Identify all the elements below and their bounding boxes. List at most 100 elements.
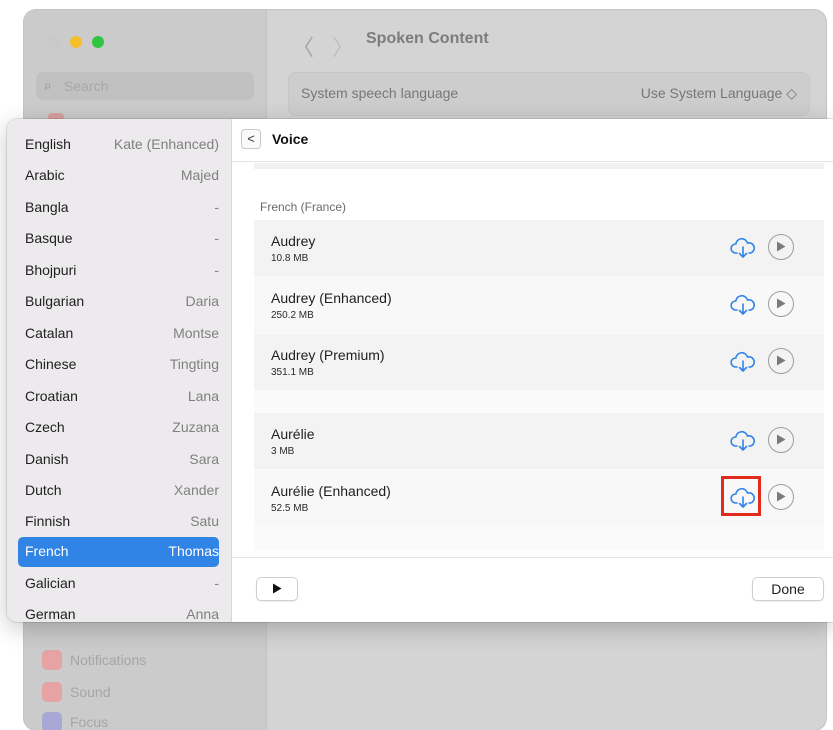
language-item-croatian[interactable]: Croatian Lana bbox=[18, 382, 219, 412]
sidebar-item-label: Sound bbox=[70, 684, 111, 700]
language-item-english[interactable]: English Kate (Enhanced) bbox=[18, 130, 219, 160]
cloud-download-icon[interactable] bbox=[729, 291, 757, 319]
sidebar-item-label: Notifications bbox=[70, 652, 147, 668]
done-button[interactable]: Done bbox=[752, 577, 824, 601]
language-name: Bangla bbox=[25, 199, 69, 215]
language-name: Catalan bbox=[25, 325, 74, 341]
language-item-chinese[interactable]: Chinese Tingting bbox=[18, 350, 219, 380]
play-button[interactable] bbox=[256, 577, 298, 601]
cloud-download-icon[interactable] bbox=[729, 348, 757, 376]
search-placeholder: Search bbox=[64, 78, 109, 94]
language-voice: - bbox=[214, 575, 219, 591]
language-item-arabic[interactable]: Arabic Majed bbox=[18, 161, 219, 191]
language-voice: Sara bbox=[189, 451, 219, 467]
back-button[interactable]: < bbox=[241, 129, 261, 149]
list-top-divider bbox=[254, 163, 824, 169]
language-name: Danish bbox=[25, 451, 69, 467]
language-voice: Anna bbox=[186, 606, 219, 622]
language-name: Finnish bbox=[25, 513, 71, 529]
setting-label: System speech language bbox=[301, 85, 459, 101]
section-label: French (France) bbox=[260, 200, 347, 214]
language-voice: Majed bbox=[180, 167, 219, 183]
zoom-window-button[interactable] bbox=[92, 36, 104, 48]
sheet-footer: Done bbox=[232, 557, 833, 622]
close-window-button[interactable] bbox=[48, 36, 60, 48]
voice-row-audrey-enhanced[interactable]: Audrey (Enhanced) 250.2 MB bbox=[254, 277, 824, 333]
language-item-danish[interactable]: Danish Sara bbox=[18, 445, 219, 475]
system-speech-language-row[interactable]: System speech language Use System Langua… bbox=[288, 72, 810, 116]
voice-row-audrey[interactable]: Audrey 10.8 MB bbox=[254, 220, 824, 276]
language-name: Galician bbox=[25, 575, 76, 591]
highlight-box bbox=[721, 476, 761, 516]
search-icon: ⌕ bbox=[44, 77, 52, 93]
voice-size: 3 MB bbox=[271, 446, 295, 457]
play-sample-button[interactable] bbox=[768, 427, 794, 453]
search-field[interactable]: ⌕ Search bbox=[36, 72, 254, 100]
voice-size: 250.2 MB bbox=[271, 310, 314, 321]
voice-size: 10.8 MB bbox=[271, 253, 309, 264]
language-item-german[interactable]: German Anna bbox=[18, 600, 219, 622]
forward-nav-button[interactable]: 〉 bbox=[332, 30, 354, 62]
play-sample-button[interactable] bbox=[768, 291, 794, 317]
language-item-bhojpuri[interactable]: Bhojpuri - bbox=[18, 256, 219, 286]
voice-name: Aurélie bbox=[271, 426, 315, 442]
voice-list: Audrey 10.8 MB Audrey (Enhanced) 250.2 M… bbox=[254, 220, 824, 550]
sidebar-item-label: Focus bbox=[70, 714, 109, 730]
language-item-czech[interactable]: Czech Zuzana bbox=[18, 413, 219, 443]
language-item-catalan[interactable]: Catalan Montse bbox=[18, 319, 219, 349]
bell-icon bbox=[42, 650, 62, 670]
voice-name: Audrey (Premium) bbox=[271, 347, 385, 363]
language-name: Arabic bbox=[25, 167, 65, 183]
voice-size: 351.1 MB bbox=[271, 367, 314, 378]
play-icon bbox=[273, 583, 282, 594]
language-voice: Thomas bbox=[168, 543, 219, 559]
language-name: French bbox=[25, 543, 69, 559]
voice-name: Audrey bbox=[271, 233, 316, 249]
language-voice: Tingting bbox=[169, 356, 219, 372]
setting-value-popup[interactable]: Use System Language ◇ bbox=[641, 85, 797, 102]
voice-selection-sheet: English Kate (Enhanced) Arabic Majed Ban… bbox=[7, 119, 833, 622]
language-item-bangla[interactable]: Bangla - bbox=[18, 193, 219, 223]
voice-name: Audrey (Enhanced) bbox=[271, 290, 392, 306]
language-item-bulgarian[interactable]: Bulgarian Daria bbox=[18, 287, 219, 317]
voice-row-aurelie[interactable]: Aurélie 3 MB bbox=[254, 413, 824, 469]
language-name: Basque bbox=[25, 230, 73, 246]
voice-title: Voice bbox=[272, 131, 309, 147]
language-item-basque[interactable]: Basque - bbox=[18, 224, 219, 254]
voice-size: 52.5 MB bbox=[271, 503, 309, 514]
voice-pane: < Voice French (France) Audrey 10.8 MB A… bbox=[232, 119, 833, 622]
cloud-download-icon[interactable] bbox=[729, 427, 757, 455]
moon-icon bbox=[42, 712, 62, 730]
language-item-finnish[interactable]: Finnish Satu bbox=[18, 507, 219, 537]
language-item-french[interactable]: French Thomas bbox=[18, 537, 219, 567]
cloud-download-icon[interactable] bbox=[729, 234, 757, 262]
language-voice: - bbox=[214, 230, 219, 246]
language-voice: Kate (Enhanced) bbox=[113, 136, 219, 152]
voice-name: Aurélie (Enhanced) bbox=[271, 483, 391, 499]
voice-row-aurelie-enhanced[interactable]: Aurélie (Enhanced) 52.5 MB bbox=[254, 470, 824, 526]
voice-header: < Voice bbox=[232, 119, 833, 162]
voice-row-audrey-premium[interactable]: Audrey (Premium) 351.1 MB bbox=[254, 334, 824, 390]
language-name: Chinese bbox=[25, 356, 77, 372]
back-nav-button[interactable]: 〈 bbox=[292, 30, 314, 62]
language-voice: Montse bbox=[173, 325, 219, 341]
language-list: English Kate (Enhanced) Arabic Majed Ban… bbox=[7, 119, 232, 622]
language-name: Czech bbox=[25, 419, 65, 435]
language-name: German bbox=[25, 606, 76, 622]
language-item-dutch[interactable]: Dutch Xander bbox=[18, 476, 219, 506]
language-name: English bbox=[25, 136, 71, 152]
language-voice: - bbox=[214, 199, 219, 215]
language-name: Bulgarian bbox=[25, 293, 85, 309]
play-sample-button[interactable] bbox=[768, 484, 794, 510]
language-name: Bhojpuri bbox=[25, 262, 77, 278]
language-voice: Zuzana bbox=[172, 419, 219, 435]
language-voice: Xander bbox=[173, 482, 219, 498]
page-title: Spoken Content bbox=[366, 30, 489, 47]
language-voice: Lana bbox=[187, 388, 219, 404]
speaker-icon bbox=[42, 682, 62, 702]
language-voice: Satu bbox=[190, 513, 219, 529]
minimize-window-button[interactable] bbox=[70, 36, 82, 48]
play-sample-button[interactable] bbox=[768, 234, 794, 260]
play-sample-button[interactable] bbox=[768, 348, 794, 374]
language-item-galician[interactable]: Galician - bbox=[18, 569, 219, 599]
